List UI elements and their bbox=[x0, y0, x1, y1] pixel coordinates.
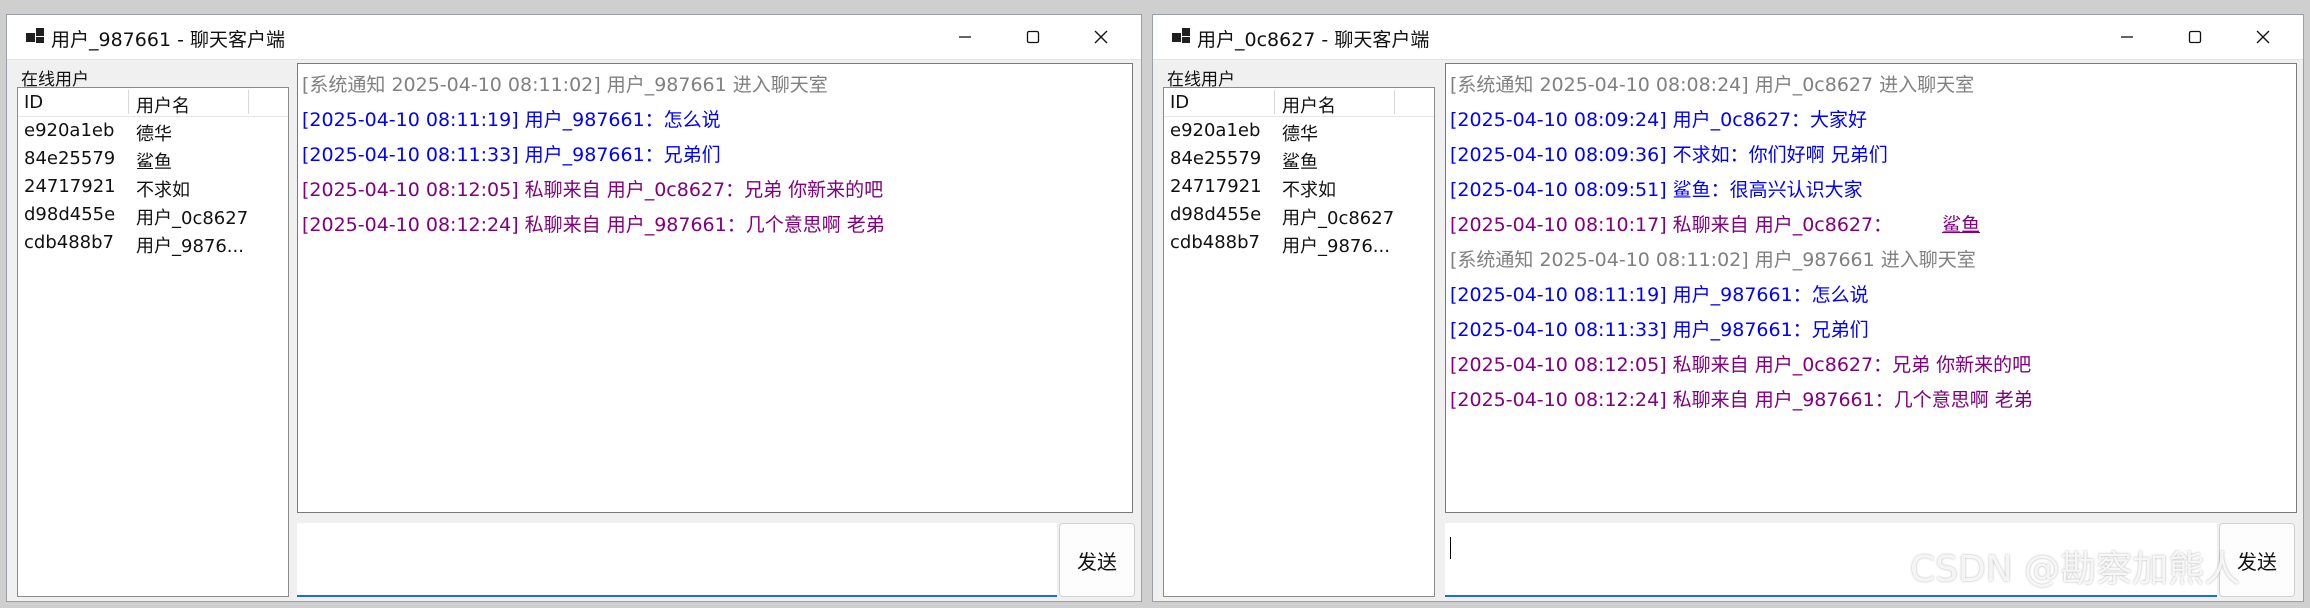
column-header-username[interactable]: 用户名 bbox=[136, 92, 190, 118]
user-id: 24717921 bbox=[1170, 176, 1262, 197]
user-id: e920a1eb bbox=[1170, 120, 1261, 141]
title-bar[interactable]: 用户_0c8627 - 聊天客户端 bbox=[1153, 15, 2303, 60]
public-message: [2025-04-10 08:09:51] 鲨鱼：很高兴认识大家 bbox=[1450, 179, 1863, 201]
send-button[interactable]: 发送 bbox=[1059, 523, 1135, 597]
mention-link[interactable]: 鲨鱼 bbox=[1942, 214, 1980, 236]
maximize-icon bbox=[2188, 30, 2202, 44]
user-name: 鲨鱼 bbox=[1282, 152, 1318, 173]
column-divider[interactable] bbox=[1274, 90, 1275, 114]
minimize-button[interactable] bbox=[2093, 15, 2161, 59]
user-row[interactable]: cdb488b7 用户_9876... bbox=[1164, 229, 1434, 257]
user-name: 用户_0c8627 bbox=[1282, 208, 1395, 229]
user-row[interactable]: d98d455e 用户_0c8627 bbox=[18, 201, 288, 229]
window-title: 用户_987661 - 聊天客户端 bbox=[51, 29, 285, 51]
column-divider[interactable] bbox=[248, 90, 249, 114]
user-row[interactable]: e920a1eb 德华 bbox=[18, 117, 288, 145]
private-message: [2025-04-10 08:12:05] 私聊来自 用户_0c8627：兄弟 … bbox=[302, 179, 884, 201]
column-divider[interactable] bbox=[128, 90, 129, 114]
public-message: [2025-04-10 08:11:19] 用户_987661：怎么说 bbox=[1450, 284, 1869, 306]
column-header-id[interactable]: ID bbox=[24, 92, 43, 113]
watermark: CSDN @勘察加熊人 bbox=[1910, 549, 2241, 590]
user-name: 德华 bbox=[1282, 124, 1318, 145]
column-header-username[interactable]: 用户名 bbox=[1282, 92, 1336, 118]
user-id: cdb488b7 bbox=[24, 232, 114, 253]
public-message: [2025-04-10 08:09:36] 不求如：你们好啊 兄弟们 bbox=[1450, 144, 1888, 166]
maximize-icon bbox=[1026, 30, 1040, 44]
user-id: cdb488b7 bbox=[1170, 232, 1260, 253]
private-message: [2025-04-10 08:10:17] 私聊来自 用户_0c8627： 鲨鱼 bbox=[1450, 208, 2296, 243]
user-row[interactable]: 24717921 不求如 bbox=[1164, 173, 1434, 201]
online-users-list[interactable]: ID 用户名 e920a1eb 德华 84e25579 鲨鱼 24717921 不求如… bbox=[1163, 87, 1435, 597]
public-message: [2025-04-10 08:09:24] 用户_0c8627：大家好 bbox=[1450, 109, 1868, 131]
user-row[interactable]: 84e25579 鲨鱼 bbox=[1164, 145, 1434, 173]
text-caret bbox=[1450, 537, 1451, 559]
public-message: [2025-04-10 08:11:33] 用户_987661：兄弟们 bbox=[1450, 319, 1869, 341]
user-name: 德华 bbox=[136, 124, 172, 145]
minimize-button[interactable] bbox=[931, 15, 999, 59]
minimize-icon bbox=[2121, 36, 2133, 38]
user-id: 84e25579 bbox=[24, 148, 116, 169]
list-header: ID 用户名 bbox=[18, 88, 288, 117]
user-name: 用户_9876... bbox=[136, 236, 244, 257]
title-bar[interactable]: 用户_987661 - 聊天客户端 bbox=[7, 15, 1141, 60]
window-title: 用户_0c8627 - 聊天客户端 bbox=[1197, 29, 1430, 51]
user-row[interactable]: 24717921 不求如 bbox=[18, 173, 288, 201]
public-message: [2025-04-10 08:11:33] 用户_987661：兄弟们 bbox=[302, 144, 721, 166]
list-header: ID 用户名 bbox=[1164, 88, 1434, 117]
system-message: [系统通知 2025-04-10 08:11:02] 用户_987661 进入聊… bbox=[1450, 249, 1976, 271]
app-icon bbox=[26, 28, 44, 43]
close-icon bbox=[2256, 30, 2270, 44]
user-row[interactable]: d98d455e 用户_0c8627 bbox=[1164, 201, 1434, 229]
private-message: [2025-04-10 08:12:24] 私聊来自 用户_987661：几个意… bbox=[1450, 389, 2033, 411]
online-users-group: 在线用户 ID 用户名 e920a1eb 德华 84e25579 鲨鱼 247179… bbox=[13, 63, 291, 597]
app-icon bbox=[1172, 28, 1190, 43]
private-message-text: [2025-04-10 08:10:17] 私聊来自 用户_0c8627： bbox=[1450, 214, 1893, 236]
message-input[interactable] bbox=[297, 523, 1057, 597]
user-row[interactable]: 84e25579 鲨鱼 bbox=[18, 145, 288, 173]
user-id: e920a1eb bbox=[24, 120, 115, 141]
public-message: [2025-04-10 08:11:19] 用户_987661：怎么说 bbox=[302, 109, 721, 131]
user-name: 用户_0c8627 bbox=[136, 208, 249, 229]
user-id: 84e25579 bbox=[1170, 148, 1262, 169]
chat-log[interactable]: [系统通知 2025-04-10 08:08:24] 用户_0c8627 进入聊… bbox=[1445, 63, 2297, 513]
chat-window-user-0c8627: 用户_0c8627 - 聊天客户端 在线用户 ID 用户名 e920a1eb 德华… bbox=[1152, 14, 2304, 602]
private-message: [2025-04-10 08:12:24] 私聊来自 用户_987661：几个意… bbox=[302, 214, 885, 236]
system-message: [系统通知 2025-04-10 08:08:24] 用户_0c8627 进入聊… bbox=[1450, 74, 1975, 96]
system-message: [系统通知 2025-04-10 08:11:02] 用户_987661 进入聊… bbox=[302, 74, 828, 96]
private-message: [2025-04-10 08:12:05] 私聊来自 用户_0c8627：兄弟 … bbox=[1450, 354, 2032, 376]
user-id: d98d455e bbox=[24, 204, 116, 225]
user-id: d98d455e bbox=[1170, 204, 1262, 225]
user-id: 24717921 bbox=[24, 176, 116, 197]
chat-window-user-987661: 用户_987661 - 聊天客户端 在线用户 ID 用户名 e920a1eb 德华… bbox=[6, 14, 1142, 602]
column-divider[interactable] bbox=[1394, 90, 1395, 114]
user-row[interactable]: cdb488b7 用户_9876... bbox=[18, 229, 288, 257]
user-name: 不求如 bbox=[1282, 180, 1336, 201]
online-users-group: 在线用户 ID 用户名 e920a1eb 德华 84e25579 鲨鱼 247179… bbox=[1159, 63, 1437, 597]
close-icon bbox=[1094, 30, 1108, 44]
maximize-button[interactable] bbox=[999, 15, 1067, 59]
column-header-id[interactable]: ID bbox=[1170, 92, 1189, 113]
close-button[interactable] bbox=[1067, 15, 1135, 59]
close-button[interactable] bbox=[2229, 15, 2297, 59]
minimize-icon bbox=[959, 36, 971, 38]
user-name: 用户_9876... bbox=[1282, 236, 1390, 257]
user-name: 不求如 bbox=[136, 180, 190, 201]
maximize-button[interactable] bbox=[2161, 15, 2229, 59]
chat-log[interactable]: [系统通知 2025-04-10 08:11:02] 用户_987661 进入聊… bbox=[297, 63, 1133, 513]
online-users-list[interactable]: ID 用户名 e920a1eb 德华 84e25579 鲨鱼 24717921 不求如… bbox=[17, 87, 289, 597]
user-row[interactable]: e920a1eb 德华 bbox=[1164, 117, 1434, 145]
user-name: 鲨鱼 bbox=[136, 152, 172, 173]
